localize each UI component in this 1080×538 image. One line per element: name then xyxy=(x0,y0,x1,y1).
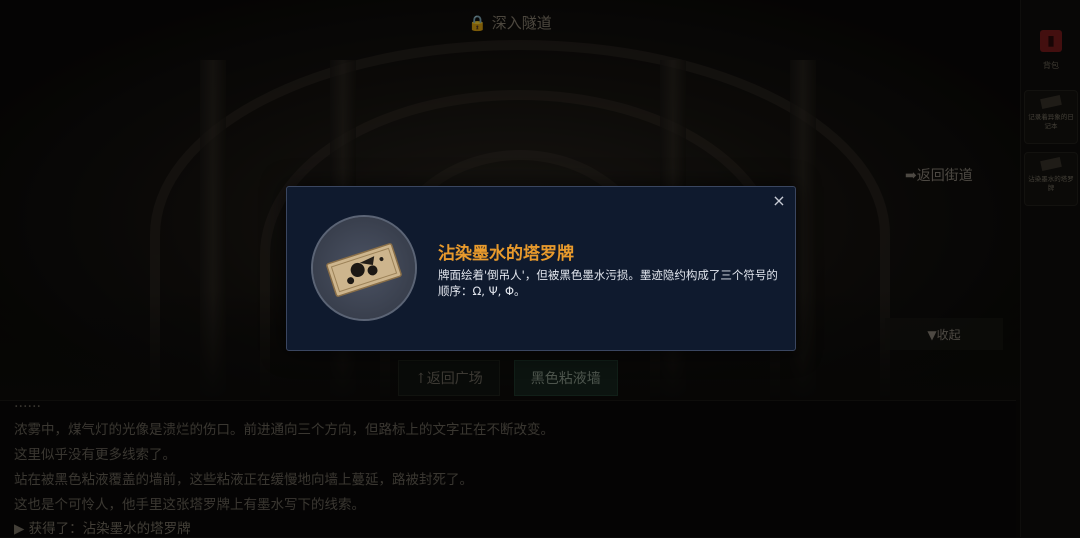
tarot-card-icon xyxy=(313,217,415,319)
close-icon[interactable]: × xyxy=(771,193,787,209)
item-title: 沾染墨水的塔罗牌 xyxy=(438,244,574,264)
item-description: 牌面绘着'倒吊人'，但被黑色墨水污损。墨迹隐约构成了三个符号的顺序：Ω, Ψ, … xyxy=(438,268,778,298)
item-detail-modal: × 沾染墨水的塔罗牌 牌面绘着'倒吊人'，但被黑色墨水污损。墨迹隐约构成了三个符 xyxy=(286,186,796,351)
item-image-frame xyxy=(311,215,417,321)
